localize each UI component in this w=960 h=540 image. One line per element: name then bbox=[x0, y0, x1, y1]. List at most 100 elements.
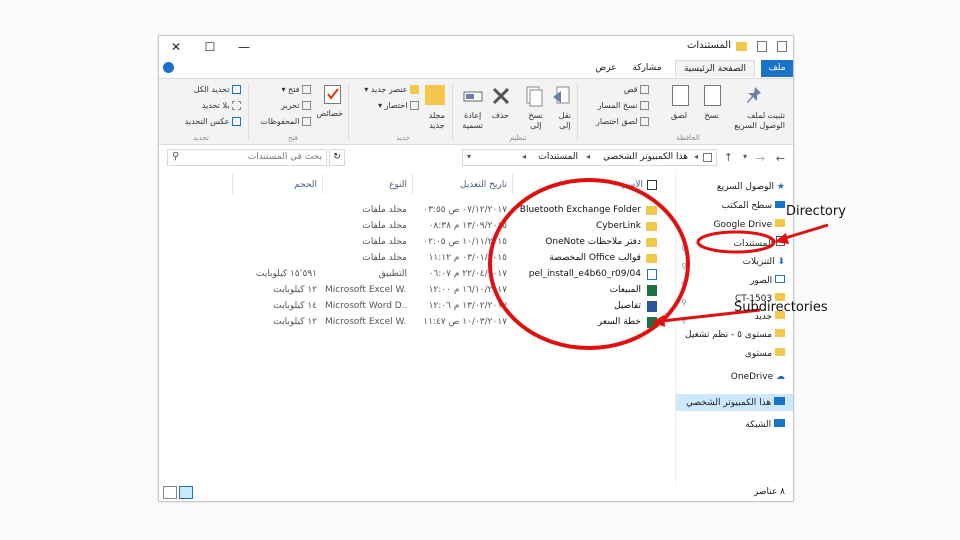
back-arrow-icon[interactable]: ← bbox=[776, 152, 785, 165]
close-button[interactable]: ✕ bbox=[163, 38, 189, 56]
nav-item-google-drive[interactable]: Google Drive bbox=[714, 218, 785, 232]
new-item-button[interactable]: عنصر جديد ▾ bbox=[364, 85, 419, 94]
properties-icon[interactable] bbox=[324, 85, 341, 104]
details-view-button[interactable] bbox=[163, 486, 177, 499]
table-row[interactable]: pel_install_e4b60_r09/04 ٢٢/٠٤/٢٠١٧ م ٠٦… bbox=[237, 267, 657, 282]
nav-item-onedrive[interactable]: ☁ OneDrive bbox=[731, 370, 785, 384]
tab-share[interactable]: مشاركة bbox=[627, 60, 667, 77]
rename-icon[interactable] bbox=[463, 85, 483, 109]
file-name: المبيعات bbox=[609, 285, 641, 295]
nav-label: الوصول السريع bbox=[716, 182, 775, 192]
column-separator[interactable] bbox=[512, 174, 513, 194]
help-icon[interactable] bbox=[163, 62, 174, 73]
tab-home[interactable]: الصفحة الرئيسية bbox=[675, 60, 755, 77]
table-row[interactable]: تفاصيل ١٣/٠٢/٢٠١٧ م ١٢:٠٦ Microsoft Word… bbox=[237, 299, 657, 314]
select-all-button[interactable]: تحديد الكل bbox=[194, 85, 241, 94]
edit-button[interactable]: تحرير bbox=[281, 101, 311, 110]
excel-icon bbox=[647, 317, 657, 328]
tab-view[interactable]: عرض bbox=[591, 60, 621, 77]
address-dropdown-icon[interactable]: ▾ bbox=[467, 152, 471, 161]
column-header-name[interactable]: الاسم bbox=[622, 178, 643, 192]
move-to-button[interactable]: نقل إلى bbox=[559, 111, 571, 131]
nav-item-quick-access[interactable]: ★ الوصول السريع bbox=[717, 180, 785, 194]
nav-label: سطح المكتب bbox=[721, 201, 773, 211]
column-header-size[interactable]: الحجم bbox=[294, 178, 317, 192]
nav-item-level[interactable]: مستوى bbox=[745, 347, 785, 361]
history-button[interactable]: المحفوظات bbox=[260, 117, 311, 126]
delete-button[interactable]: حذف bbox=[492, 111, 509, 120]
new-folder-icon[interactable] bbox=[425, 85, 445, 105]
column-header-type[interactable]: النوع bbox=[389, 178, 407, 192]
nav-item-documents[interactable]: المستندات bbox=[734, 236, 785, 250]
maximize-button[interactable]: ☐ bbox=[197, 38, 223, 56]
table-row[interactable]: قوالب Office المخصصة ٠٣/٠١/٢٠١٥ م ١١:١٢ … bbox=[237, 251, 657, 266]
nav-item-this-pc[interactable]: هذا الكمبيوتر الشخصي bbox=[686, 396, 785, 410]
search-box[interactable]: بحث في المستندات ⚲ bbox=[167, 149, 327, 166]
move-to-icon[interactable] bbox=[551, 85, 571, 109]
forward-arrow-icon[interactable]: → bbox=[756, 152, 765, 165]
title-bar: ✕ ☐ — المستندات bbox=[159, 36, 793, 58]
cut-button[interactable]: قص bbox=[624, 85, 649, 94]
nav-item-pictures[interactable]: الصور bbox=[750, 274, 785, 288]
properties-icon[interactable] bbox=[757, 41, 767, 52]
file-name: خطة السعر bbox=[597, 317, 641, 327]
column-separator[interactable] bbox=[412, 174, 413, 194]
pin-quick-access-button[interactable]: تثبيت لملف الوصول السريع bbox=[734, 111, 785, 131]
file-size: ١٢ كيلوبايت bbox=[273, 317, 317, 327]
edit-label: تحرير bbox=[281, 101, 300, 110]
nav-item-network[interactable]: الشبكة bbox=[745, 418, 785, 432]
table-row[interactable]: المبيعات ١٦/١٠/٢٠١٧ م ١٢:٠٠ Microsoft Ex… bbox=[237, 283, 657, 298]
invert-selection-button[interactable]: عكس التحديد bbox=[185, 117, 241, 126]
copy-button[interactable]: نسخ bbox=[704, 111, 719, 120]
up-arrow-icon[interactable]: ↑ bbox=[724, 151, 733, 164]
file-type: مجلد ملفات bbox=[362, 221, 407, 231]
copy-to-button[interactable]: نسخ إلى bbox=[528, 111, 543, 131]
edit-icon bbox=[302, 101, 311, 110]
nav-item-level5[interactable]: مستوى ٥ - نظم تشغيل bbox=[685, 328, 785, 342]
breadcrumb-documents[interactable]: المستندات bbox=[538, 152, 578, 162]
select-none-button[interactable]: بلا تحديد bbox=[202, 101, 241, 110]
column-separator[interactable] bbox=[322, 174, 323, 194]
file-date: ١٠/٠٣/٢٠١٧ ص ١١:٤٧ bbox=[423, 317, 507, 327]
pictures-icon bbox=[775, 275, 785, 283]
folder-icon bbox=[775, 219, 785, 227]
table-row[interactable]: دفتر ملاحظات OneNote ١٠/١١/٢٠١٥ ص ٠٢:٠٥ … bbox=[237, 235, 657, 250]
nav-item-desktop[interactable]: سطح المكتب bbox=[722, 199, 785, 213]
copy-icon[interactable] bbox=[704, 85, 721, 106]
copy-to-icon[interactable] bbox=[523, 85, 543, 109]
nav-label: هذا الكمبيوتر الشخصي bbox=[686, 398, 772, 408]
search-input[interactable]: بحث في المستندات bbox=[248, 152, 322, 162]
select-all-checkbox[interactable] bbox=[647, 180, 657, 190]
computer-icon bbox=[774, 397, 785, 405]
rename-button[interactable]: إعادة تسمية bbox=[462, 111, 483, 131]
cut-label: قص bbox=[623, 85, 638, 94]
copy-path-button[interactable]: نسخ المسار bbox=[598, 101, 649, 110]
nav-item-downloads[interactable]: ⬇ التنزيلات bbox=[743, 255, 785, 269]
table-row[interactable]: Bluetooth Exchange Folder ٠٧/١٢/٢٠١٧ ص ٠… bbox=[237, 203, 657, 218]
copy-path-icon bbox=[640, 101, 649, 110]
paste-shortcut-button[interactable]: لصق اختصار bbox=[596, 117, 649, 126]
large-icons-view-button[interactable] bbox=[179, 486, 193, 499]
column-separator[interactable] bbox=[232, 174, 233, 194]
address-box[interactable]: ◂ هذا الكمبيوتر الشخصي ◂ المستندات ◂ ▾ bbox=[462, 149, 717, 166]
breadcrumb-this-pc[interactable]: هذا الكمبيوتر الشخصي bbox=[603, 152, 688, 162]
column-header-date[interactable]: تاريخ التعديل bbox=[460, 178, 507, 192]
tab-file[interactable]: ملف bbox=[761, 60, 793, 77]
nav-label: الشبكة bbox=[745, 420, 772, 430]
new-folder-button[interactable]: مجلد جديد bbox=[429, 111, 445, 131]
address-bar-row: ← → ▾ ↑ ◂ هذا الكمبيوتر الشخصي ◂ المستند… bbox=[159, 146, 793, 170]
properties-button[interactable]: خصائص bbox=[317, 109, 343, 118]
paste-button[interactable]: لصق bbox=[671, 111, 687, 120]
file-date: ١٣/٠٩/٢٠١٥ م ٠٨:٣٨ bbox=[428, 221, 507, 231]
easy-access-button[interactable]: اختصار ▾ bbox=[378, 101, 419, 110]
quick-access-icon[interactable] bbox=[777, 41, 787, 52]
minimize-button[interactable]: — bbox=[231, 38, 257, 56]
paste-icon[interactable] bbox=[672, 85, 689, 106]
recent-locations-icon[interactable]: ▾ bbox=[743, 152, 747, 161]
delete-icon[interactable] bbox=[491, 85, 511, 109]
table-row[interactable]: خطة السعر ١٠/٠٣/٢٠١٧ ص ١١:٤٧ Microsoft E… bbox=[237, 315, 657, 330]
open-button[interactable]: فتح ▾ bbox=[281, 85, 311, 94]
table-row[interactable]: CyberLink ١٣/٠٩/٢٠١٥ م ٠٨:٣٨ مجلد ملفات bbox=[237, 219, 657, 234]
refresh-button[interactable]: ↻ bbox=[329, 149, 345, 166]
pin-icon[interactable] bbox=[745, 85, 765, 109]
